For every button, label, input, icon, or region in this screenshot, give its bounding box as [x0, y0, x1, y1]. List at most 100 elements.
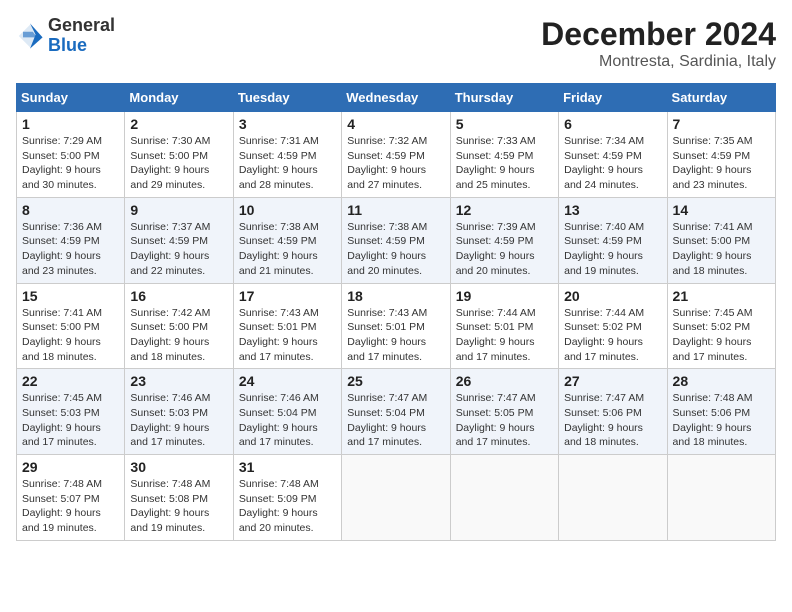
calendar-cell: 25 Sunrise: 7:47 AM Sunset: 5:04 PM Dayli… [342, 369, 450, 455]
cell-inner: 17 Sunrise: 7:43 AM Sunset: 5:01 PM Dayli… [239, 288, 336, 365]
cell-details: Sunrise: 7:38 AM Sunset: 4:59 PM Dayligh… [239, 220, 336, 279]
cell-details: Sunrise: 7:44 AM Sunset: 5:02 PM Dayligh… [564, 306, 661, 365]
calendar-cell: 22Sunrise: 7:45 AM Sunset: 5:03 PM Dayli… [17, 369, 125, 455]
cell-inner: 4Sunrise: 7:32 AM Sunset: 4:59 PM Daylig… [347, 116, 444, 193]
cell-inner: 21Sunrise: 7:45 AM Sunset: 5:02 PM Dayli… [673, 288, 770, 365]
calendar-cell: 29Sunrise: 7:48 AM Sunset: 5:07 PM Dayli… [17, 455, 125, 541]
day-number: 23 [130, 373, 227, 389]
cell-details: Sunrise: 7:31 AM Sunset: 4:59 PM Dayligh… [239, 134, 336, 193]
column-header-tuesday: Tuesday [233, 84, 341, 112]
logo: General Blue [16, 16, 115, 56]
cell-details: Sunrise: 7:32 AM Sunset: 4:59 PM Dayligh… [347, 134, 444, 193]
cell-inner: 9 Sunrise: 7:37 AM Sunset: 4:59 PM Daylig… [130, 202, 227, 279]
logo-blue-text: Blue [48, 36, 115, 56]
cell-details: Sunrise: 7:48 AM Sunset: 5:08 PM Dayligh… [130, 477, 227, 536]
calendar-cell: 31 Sunrise: 7:48 AM Sunset: 5:09 PM Dayli… [233, 455, 341, 541]
day-number: 5 [456, 116, 553, 132]
calendar-cell: 27Sunrise: 7:47 AM Sunset: 5:06 PM Dayli… [559, 369, 667, 455]
calendar-cell: 21Sunrise: 7:45 AM Sunset: 5:02 PM Dayli… [667, 283, 775, 369]
cell-inner: 11Sunrise: 7:38 AM Sunset: 4:59 PM Dayli… [347, 202, 444, 279]
column-header-sunday: Sunday [17, 84, 125, 112]
calendar-cell: 14Sunrise: 7:41 AM Sunset: 5:00 PM Dayli… [667, 197, 775, 283]
cell-inner: 22Sunrise: 7:45 AM Sunset: 5:03 PM Dayli… [22, 373, 119, 450]
day-number: 22 [22, 373, 119, 389]
calendar-table: SundayMondayTuesdayWednesdayThursdayFrid… [16, 83, 776, 541]
calendar-cell: 26 Sunrise: 7:47 AM Sunset: 5:05 PM Dayli… [450, 369, 558, 455]
cell-details: Sunrise: 7:47 AM Sunset: 5:04 PM Dayligh… [347, 391, 444, 450]
cell-details: Sunrise: 7:48 AM Sunset: 5:07 PM Dayligh… [22, 477, 119, 536]
cell-inner: 18 Sunrise: 7:43 AM Sunset: 5:01 PM Dayli… [347, 288, 444, 365]
calendar-cell: 28Sunrise: 7:48 AM Sunset: 5:06 PM Dayli… [667, 369, 775, 455]
day-number: 15 [22, 288, 119, 304]
calendar-header-row: SundayMondayTuesdayWednesdayThursdayFrid… [17, 84, 776, 112]
day-number: 30 [130, 459, 227, 475]
calendar-cell: 30 Sunrise: 7:48 AM Sunset: 5:08 PM Dayli… [125, 455, 233, 541]
cell-details: Sunrise: 7:37 AM Sunset: 4:59 PM Dayligh… [130, 220, 227, 279]
calendar-cell: 9 Sunrise: 7:37 AM Sunset: 4:59 PM Daylig… [125, 197, 233, 283]
calendar-cell: 19Sunrise: 7:44 AM Sunset: 5:01 PM Dayli… [450, 283, 558, 369]
cell-details: Sunrise: 7:43 AM Sunset: 5:01 PM Dayligh… [239, 306, 336, 365]
day-number: 25 [347, 373, 444, 389]
day-number: 8 [22, 202, 119, 218]
cell-inner: 29Sunrise: 7:48 AM Sunset: 5:07 PM Dayli… [22, 459, 119, 536]
logo-icon [16, 22, 44, 50]
day-number: 9 [130, 202, 227, 218]
cell-inner: 12Sunrise: 7:39 AM Sunset: 4:59 PM Dayli… [456, 202, 553, 279]
calendar-cell: 24Sunrise: 7:46 AM Sunset: 5:04 PM Dayli… [233, 369, 341, 455]
cell-details: Sunrise: 7:48 AM Sunset: 5:09 PM Dayligh… [239, 477, 336, 536]
cell-inner: 7 Sunrise: 7:35 AM Sunset: 4:59 PM Daylig… [673, 116, 770, 193]
location-title: Montresta, Sardinia, Italy [541, 53, 776, 71]
column-header-wednesday: Wednesday [342, 84, 450, 112]
calendar-cell: 18 Sunrise: 7:43 AM Sunset: 5:01 PM Dayli… [342, 283, 450, 369]
cell-inner: 13 Sunrise: 7:40 AM Sunset: 4:59 PM Dayli… [564, 202, 661, 279]
day-number: 6 [564, 116, 661, 132]
calendar-cell: 7 Sunrise: 7:35 AM Sunset: 4:59 PM Daylig… [667, 112, 775, 198]
calendar-cell [342, 455, 450, 541]
day-number: 1 [22, 116, 119, 132]
column-header-thursday: Thursday [450, 84, 558, 112]
day-number: 7 [673, 116, 770, 132]
day-number: 10 [239, 202, 336, 218]
calendar-cell: 3Sunrise: 7:31 AM Sunset: 4:59 PM Daylig… [233, 112, 341, 198]
cell-details: Sunrise: 7:47 AM Sunset: 5:05 PM Dayligh… [456, 391, 553, 450]
day-number: 31 [239, 459, 336, 475]
calendar-cell: 8Sunrise: 7:36 AM Sunset: 4:59 PM Daylig… [17, 197, 125, 283]
calendar-cell [559, 455, 667, 541]
calendar-week-row: 1Sunrise: 7:29 AM Sunset: 5:00 PM Daylig… [17, 112, 776, 198]
cell-details: Sunrise: 7:43 AM Sunset: 5:01 PM Dayligh… [347, 306, 444, 365]
header: General Blue December 2024 Montresta, Sa… [16, 16, 776, 71]
cell-inner: 24Sunrise: 7:46 AM Sunset: 5:04 PM Dayli… [239, 373, 336, 450]
day-number: 17 [239, 288, 336, 304]
day-number: 20 [564, 288, 661, 304]
cell-details: Sunrise: 7:40 AM Sunset: 4:59 PM Dayligh… [564, 220, 661, 279]
cell-inner: 28Sunrise: 7:48 AM Sunset: 5:06 PM Dayli… [673, 373, 770, 450]
calendar-cell: 13 Sunrise: 7:40 AM Sunset: 4:59 PM Dayli… [559, 197, 667, 283]
cell-inner: 23Sunrise: 7:46 AM Sunset: 5:03 PM Dayli… [130, 373, 227, 450]
logo-general-text: General [48, 16, 115, 36]
calendar-week-row: 29Sunrise: 7:48 AM Sunset: 5:07 PM Dayli… [17, 455, 776, 541]
calendar-cell: 23Sunrise: 7:46 AM Sunset: 5:03 PM Dayli… [125, 369, 233, 455]
calendar-cell: 16Sunrise: 7:42 AM Sunset: 5:00 PM Dayli… [125, 283, 233, 369]
column-header-monday: Monday [125, 84, 233, 112]
cell-details: Sunrise: 7:30 AM Sunset: 5:00 PM Dayligh… [130, 134, 227, 193]
calendar-cell: 5Sunrise: 7:33 AM Sunset: 4:59 PM Daylig… [450, 112, 558, 198]
cell-inner: 15Sunrise: 7:41 AM Sunset: 5:00 PM Dayli… [22, 288, 119, 365]
cell-inner: 25 Sunrise: 7:47 AM Sunset: 5:04 PM Dayli… [347, 373, 444, 450]
column-header-friday: Friday [559, 84, 667, 112]
cell-inner: 10 Sunrise: 7:38 AM Sunset: 4:59 PM Dayli… [239, 202, 336, 279]
cell-inner: 20 Sunrise: 7:44 AM Sunset: 5:02 PM Dayli… [564, 288, 661, 365]
cell-details: Sunrise: 7:34 AM Sunset: 4:59 PM Dayligh… [564, 134, 661, 193]
day-number: 26 [456, 373, 553, 389]
day-number: 2 [130, 116, 227, 132]
day-number: 18 [347, 288, 444, 304]
logo-text: General Blue [48, 16, 115, 56]
cell-details: Sunrise: 7:35 AM Sunset: 4:59 PM Dayligh… [673, 134, 770, 193]
title-area: December 2024 Montresta, Sardinia, Italy [541, 16, 776, 71]
cell-inner: 6 Sunrise: 7:34 AM Sunset: 4:59 PM Daylig… [564, 116, 661, 193]
cell-inner: 2 Sunrise: 7:30 AM Sunset: 5:00 PM Daylig… [130, 116, 227, 193]
month-title: December 2024 [541, 16, 776, 53]
cell-inner: 26 Sunrise: 7:47 AM Sunset: 5:05 PM Dayli… [456, 373, 553, 450]
calendar-cell: 4Sunrise: 7:32 AM Sunset: 4:59 PM Daylig… [342, 112, 450, 198]
cell-details: Sunrise: 7:38 AM Sunset: 4:59 PM Dayligh… [347, 220, 444, 279]
day-number: 13 [564, 202, 661, 218]
